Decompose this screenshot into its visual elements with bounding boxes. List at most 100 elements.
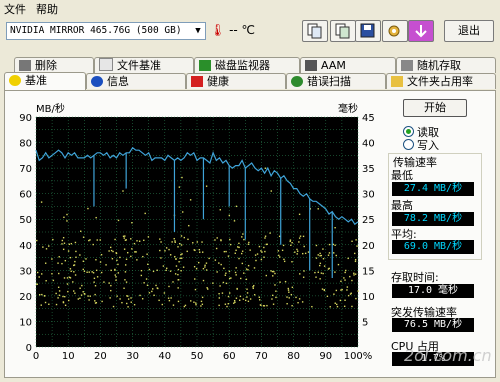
access-time-point xyxy=(294,251,296,253)
access-time-point xyxy=(192,242,194,244)
access-time-point xyxy=(74,274,77,276)
access-time-point xyxy=(123,248,126,250)
access-time-point xyxy=(315,257,318,259)
access-time-point xyxy=(347,257,349,260)
access-time-point xyxy=(320,272,323,274)
tab-delete[interactable]: 删除 xyxy=(14,57,94,73)
access-time-point xyxy=(75,250,77,253)
access-time-point xyxy=(253,267,256,269)
access-time-point xyxy=(187,238,189,241)
y-tick-right: 5 xyxy=(362,317,368,328)
access-time-point xyxy=(174,241,176,244)
copy-image-button[interactable] xyxy=(330,20,356,42)
access-time-point xyxy=(96,239,98,241)
speaker-icon xyxy=(305,60,317,71)
access-time-point xyxy=(347,294,350,297)
access-time-point xyxy=(155,284,157,287)
access-time-point xyxy=(301,301,304,303)
access-time-point xyxy=(143,239,145,242)
access-time-point xyxy=(271,298,273,300)
access-time-point xyxy=(229,243,232,246)
access-time-point xyxy=(322,258,325,260)
access-time-point xyxy=(264,167,267,169)
access-time-point xyxy=(85,258,87,260)
x-tick: 80 xyxy=(287,351,300,362)
access-time-point xyxy=(39,294,41,296)
access-time-point xyxy=(73,271,75,273)
save-button[interactable] xyxy=(355,20,381,42)
access-time-point xyxy=(145,278,148,280)
y-axis-label-left: MB/秒 xyxy=(36,102,65,115)
tab-aam[interactable]: AAM xyxy=(300,57,396,73)
menu-help[interactable]: 帮助 xyxy=(36,1,58,17)
access-time-point xyxy=(329,306,331,308)
access-time-point xyxy=(141,298,144,300)
tab-health[interactable]: 健康 xyxy=(186,73,286,89)
tab-error-scan[interactable]: 错误扫描 xyxy=(286,73,386,89)
download-button[interactable] xyxy=(408,20,434,42)
tab-label: 磁盘监视器 xyxy=(215,59,270,72)
access-time-point xyxy=(61,239,64,242)
access-time-point xyxy=(201,303,204,305)
access-time-point xyxy=(235,249,237,251)
tab-random-access[interactable]: 随机存取 xyxy=(396,57,496,73)
tab-file-benchmark[interactable]: 文件基准 xyxy=(94,57,194,73)
y-tick-left: 0 xyxy=(26,343,32,354)
access-time-point xyxy=(233,220,236,222)
access-time-point xyxy=(136,259,138,261)
access-time-point xyxy=(63,242,66,244)
access-time-point xyxy=(319,262,322,265)
radio-write[interactable]: 写入 xyxy=(403,137,439,153)
access-time-point xyxy=(124,271,127,273)
menu-file[interactable]: 文件 xyxy=(4,1,26,17)
tab-disk-monitor[interactable]: 磁盘监视器 xyxy=(194,57,300,73)
access-time-point xyxy=(127,295,129,297)
folder-icon xyxy=(391,76,403,87)
access-time-point xyxy=(121,301,123,304)
access-time-point xyxy=(119,298,121,300)
tab-benchmark[interactable]: 基准 xyxy=(4,72,86,90)
menu-bar: 文件 帮助 xyxy=(0,0,500,16)
access-time-point xyxy=(198,248,201,251)
access-time-point xyxy=(334,227,336,229)
access-time-point xyxy=(323,289,325,291)
access-time-point xyxy=(79,254,81,256)
access-time-point xyxy=(57,286,60,289)
min-value: 27.4 MB/秒 xyxy=(392,182,474,196)
start-button[interactable]: 开始 xyxy=(403,99,467,117)
access-time-point xyxy=(255,259,257,262)
access-time-point xyxy=(296,248,298,251)
options-button[interactable] xyxy=(382,20,408,42)
copy-text-button[interactable] xyxy=(302,20,328,42)
access-time-point xyxy=(303,245,305,248)
tab-info[interactable]: 信息 xyxy=(86,73,186,89)
access-time-point xyxy=(36,283,38,285)
access-time-point xyxy=(63,277,66,279)
access-time-point xyxy=(57,262,59,264)
access-time-point xyxy=(282,244,285,247)
access-time-point xyxy=(169,254,172,256)
access-time-point xyxy=(153,294,155,296)
access-time-point xyxy=(61,262,63,265)
access-time-point xyxy=(235,205,238,208)
access-time-point xyxy=(110,246,112,249)
access-time-point xyxy=(296,253,298,255)
access-time-point xyxy=(230,277,232,279)
drive-select[interactable]: NVIDIA MIRROR 465.76G (500 GB) ▼ xyxy=(6,22,206,40)
access-time-point xyxy=(163,292,166,294)
access-time-point xyxy=(242,233,244,235)
access-time-point xyxy=(327,254,330,256)
access-time-point xyxy=(228,277,231,280)
chevron-down-icon[interactable]: ▼ xyxy=(191,23,205,39)
access-time-point xyxy=(287,289,290,291)
exit-button[interactable]: 退出 xyxy=(444,20,494,42)
access-time-point xyxy=(134,251,136,253)
access-time-point xyxy=(344,299,346,301)
access-time-point xyxy=(233,299,236,302)
access-time-point xyxy=(304,252,307,255)
tab-label: AAM xyxy=(321,59,346,72)
access-time-point xyxy=(62,295,64,298)
access-time-point xyxy=(319,252,321,255)
tab-folder-usage[interactable]: 文件夹占用率 xyxy=(386,73,496,89)
access-time-point xyxy=(254,254,257,256)
